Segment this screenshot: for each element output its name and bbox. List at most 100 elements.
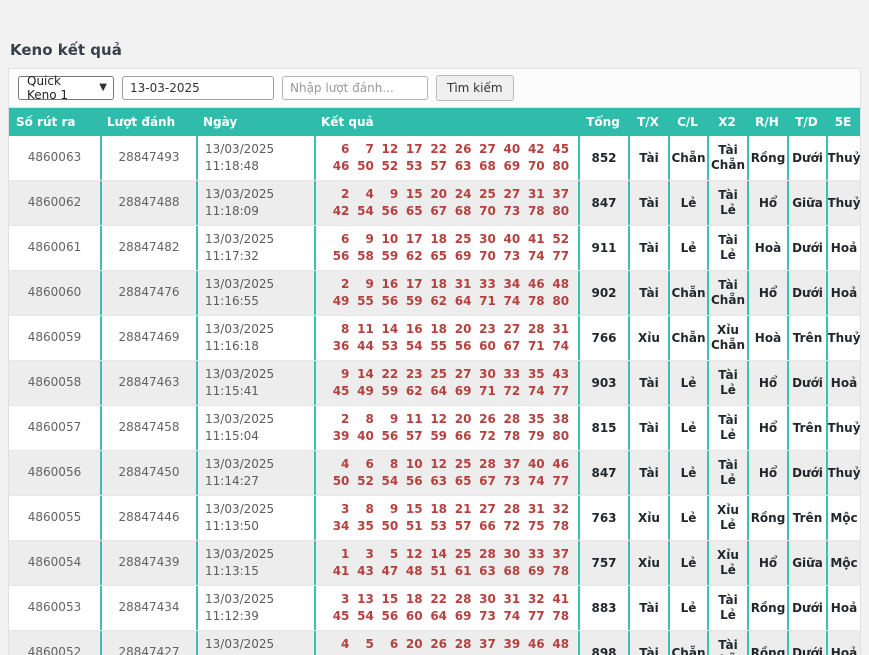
rong-ho-cell: Hổ xyxy=(747,406,787,450)
result-numbers-cell: 69101718253040415256585962656970737477 xyxy=(314,226,578,270)
draw-id-cell: 4860058 xyxy=(9,361,100,405)
date-time-cell: 13/03/202511:17:32 xyxy=(196,226,314,270)
date-time-cell: 13/03/202511:12:00 xyxy=(196,631,314,655)
tren-duoi-cell: Giữa xyxy=(787,541,826,585)
tai-xiu-cell: Tài xyxy=(628,226,668,270)
keno-type-select[interactable]: Quick Keno 1 ▼ xyxy=(18,76,114,100)
tren-duoi-cell: Dưới xyxy=(787,136,826,180)
date-time-cell: 13/03/202511:13:15 xyxy=(196,541,314,585)
table-body: 48600632884749313/03/202511:18:486712172… xyxy=(9,136,860,655)
page-title: Keno kết quả xyxy=(10,41,861,59)
draw-id-cell: 4860057 xyxy=(9,406,100,450)
five-elements-cell: Thuỷ xyxy=(826,451,860,495)
draw-id-cell: 4860054 xyxy=(9,541,100,585)
date-time-cell: 13/03/202511:16:55 xyxy=(196,271,314,315)
tren-duoi-cell: Trên xyxy=(787,496,826,540)
chan-le-cell: Lẻ xyxy=(668,406,707,450)
bet-search-input[interactable] xyxy=(282,76,428,100)
table-row: 48600522884742713/03/202511:12:004562026… xyxy=(9,631,860,655)
tren-duoi-cell: Trên xyxy=(787,406,826,450)
total-cell: 766 xyxy=(578,316,628,360)
result-numbers-cell: 67121722262740424546505253576368697080 xyxy=(314,136,578,180)
draw-id-cell: 4860052 xyxy=(9,631,100,655)
result-numbers-cell: 3891518212728313234355051535766727578 xyxy=(314,496,578,540)
tai-xiu-cell: Tài xyxy=(628,586,668,630)
date-time-cell: 13/03/202511:14:27 xyxy=(196,451,314,495)
chan-le-cell: Lẻ xyxy=(668,496,707,540)
bet-id-cell: 28847488 xyxy=(100,181,196,225)
x2-cell: Tài Lẻ xyxy=(707,586,747,630)
table-row: 48600632884749313/03/202511:18:486712172… xyxy=(9,136,860,181)
total-cell: 847 xyxy=(578,181,628,225)
draw-id-cell: 4860059 xyxy=(9,316,100,360)
column-header-so-rut-ra: Số rút ra xyxy=(9,115,100,129)
bet-id-cell: 28847476 xyxy=(100,271,196,315)
x2-cell: Xỉu Chẵn xyxy=(707,316,747,360)
x2-cell: Tài Chẵn xyxy=(707,136,747,180)
total-cell: 911 xyxy=(578,226,628,270)
filter-panel: Quick Keno 1 ▼ Tìm kiếm xyxy=(8,68,861,108)
total-cell: 883 xyxy=(578,586,628,630)
column-header-tong: Tổng xyxy=(578,115,628,129)
date-time-cell: 13/03/202511:12:39 xyxy=(196,586,314,630)
x2-cell: Tài Lẻ xyxy=(707,406,747,450)
date-time-cell: 13/03/202511:18:48 xyxy=(196,136,314,180)
chan-le-cell: Lẻ xyxy=(668,451,707,495)
column-header-luot-danh: Lượt đánh xyxy=(100,115,196,129)
five-elements-cell: Hoả xyxy=(826,361,860,405)
tai-xiu-cell: Xỉu xyxy=(628,541,668,585)
chan-le-cell: Chẵn xyxy=(668,271,707,315)
tren-duoi-cell: Trên xyxy=(787,316,826,360)
result-numbers-cell: 313151822283031324145545660646973747778 xyxy=(314,586,578,630)
result-numbers-cell: 811141618202327283136445354555660677174 xyxy=(314,316,578,360)
tren-duoi-cell: Dưới xyxy=(787,361,826,405)
column-header-tx: T/X xyxy=(628,115,668,129)
chan-le-cell: Lẻ xyxy=(668,586,707,630)
bet-id-cell: 28847439 xyxy=(100,541,196,585)
total-cell: 852 xyxy=(578,136,628,180)
column-header-x2: X2 xyxy=(707,115,747,129)
bet-id-cell: 28847446 xyxy=(100,496,196,540)
five-elements-cell: Thuỷ xyxy=(826,406,860,450)
rong-ho-cell: Hổ xyxy=(747,541,787,585)
date-time-cell: 13/03/202511:16:18 xyxy=(196,316,314,360)
bet-id-cell: 28847482 xyxy=(100,226,196,270)
draw-id-cell: 4860061 xyxy=(9,226,100,270)
x2-cell: Xỉu Lẻ xyxy=(707,496,747,540)
total-cell: 757 xyxy=(578,541,628,585)
bet-id-cell: 28847450 xyxy=(100,451,196,495)
keno-results-page: Keno kết quả Quick Keno 1 ▼ Tìm kiếm Số … xyxy=(0,41,869,655)
table-row: 48600532884743413/03/202511:12:393131518… xyxy=(9,586,860,631)
tai-xiu-cell: Xỉu xyxy=(628,496,668,540)
five-elements-cell: Hoả xyxy=(826,226,860,270)
five-elements-cell: Hoả xyxy=(826,631,860,655)
chan-le-cell: Lẻ xyxy=(668,541,707,585)
tai-xiu-cell: Tài xyxy=(628,451,668,495)
tren-duoi-cell: Dưới xyxy=(787,586,826,630)
date-time-cell: 13/03/202511:18:09 xyxy=(196,181,314,225)
bet-id-cell: 28847458 xyxy=(100,406,196,450)
tren-duoi-cell: Dưới xyxy=(787,631,826,655)
result-numbers-cell: 4681012252837404650525456636567737477 xyxy=(314,451,578,495)
rong-ho-cell: Hoà xyxy=(747,316,787,360)
draw-id-cell: 4860056 xyxy=(9,451,100,495)
rong-ho-cell: Rồng xyxy=(747,136,787,180)
table-row: 48600612884748213/03/202511:17:326910171… xyxy=(9,226,860,271)
five-elements-cell: Thuỷ xyxy=(826,136,860,180)
date-input[interactable] xyxy=(122,76,274,100)
column-header-ngay: Ngày xyxy=(196,115,314,129)
rong-ho-cell: Rồng xyxy=(747,496,787,540)
total-cell: 815 xyxy=(578,406,628,450)
total-cell: 898 xyxy=(578,631,628,655)
total-cell: 902 xyxy=(578,271,628,315)
tai-xiu-cell: Tài xyxy=(628,181,668,225)
result-numbers-cell: 29161718313334464849555659626471747880 xyxy=(314,271,578,315)
x2-cell: Xỉu Lẻ xyxy=(707,541,747,585)
bet-id-cell: 28847434 xyxy=(100,586,196,630)
table-row: 48600592884746913/03/202511:16:188111416… xyxy=(9,316,860,361)
draw-id-cell: 4860055 xyxy=(9,496,100,540)
rong-ho-cell: Hổ xyxy=(747,361,787,405)
chan-le-cell: Lẻ xyxy=(668,226,707,270)
search-button[interactable]: Tìm kiếm xyxy=(436,75,514,101)
total-cell: 847 xyxy=(578,451,628,495)
